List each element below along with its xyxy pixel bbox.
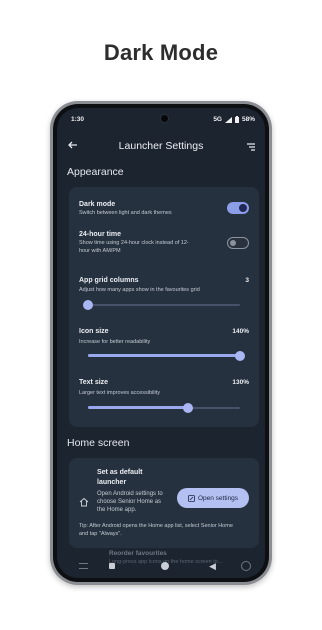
toolbar: Launcher Settings: [57, 132, 265, 160]
appearance-card: Dark mode Switch between light and dark …: [69, 187, 259, 427]
status-time: 1:30: [71, 116, 85, 123]
default-launcher-title-line2: launcher: [97, 479, 127, 486]
slider-thumb[interactable]: [183, 403, 194, 413]
phone-screen: 1:30 5G 58% Launcher Settings Appearance…: [57, 108, 265, 578]
signal-network-label: 5G: [213, 116, 222, 123]
default-launcher-desc-line2: choose Senior Home as: [97, 499, 162, 505]
toolbar-title: Launcher Settings: [118, 140, 204, 152]
toggle-knob: [239, 204, 247, 212]
status-bar: 1:30 5G 58%: [57, 108, 265, 128]
hour24-title: 24-hour time: [79, 231, 122, 238]
reorder-favourites-title: Reorder favourites: [109, 550, 167, 557]
open-settings-button[interactable]: Open settings: [177, 488, 249, 508]
slider-track: [88, 304, 240, 306]
default-launcher-tip-line2: and tap "Always".: [79, 531, 122, 537]
home-button[interactable]: [161, 562, 169, 570]
section-title-appearance: Appearance: [67, 166, 124, 178]
drag-handle-icon: [79, 563, 88, 569]
default-launcher-card: Set as default launcher Open Android set…: [69, 458, 259, 548]
open-settings-label: Open settings: [197, 494, 239, 502]
default-launcher-desc-line3: the Home app.: [97, 507, 137, 513]
grid-columns-slider[interactable]: [83, 300, 240, 310]
front-camera: [160, 114, 169, 123]
phone-bezel: 1:30 5G 58% Launcher Settings Appearance…: [53, 104, 269, 582]
grid-columns-title: App grid columns: [79, 277, 139, 284]
status-icons: 5G 58%: [213, 116, 255, 123]
slider-fill: [88, 354, 240, 357]
default-launcher-desc-line1: Open Android settings to: [97, 491, 163, 497]
back-button[interactable]: ◀: [209, 561, 216, 572]
icon-size-value: 140%: [232, 328, 249, 335]
grid-columns-subtitle: Adjust how many apps show in the favouri…: [79, 287, 200, 293]
text-size-value: 130%: [232, 379, 249, 386]
icon-size-subtitle: Increase for better readability: [79, 339, 151, 345]
navigation-bar: Reorder favourites Long-press app icons …: [57, 550, 265, 578]
icon-size-title: Icon size: [79, 328, 109, 335]
hour24-subtitle-line1: Show time using 24-hour clock instead of…: [79, 240, 189, 246]
dark-mode-title: Dark mode: [79, 201, 116, 208]
text-size-slider[interactable]: [88, 403, 240, 413]
battery-icon: [234, 116, 239, 123]
text-size-title: Text size: [79, 379, 109, 386]
toggle-knob: [230, 240, 236, 246]
slider-fill: [88, 406, 189, 409]
open-settings-icon: [188, 494, 195, 502]
menu-icon[interactable]: [245, 140, 257, 152]
hour24-subtitle-line2: hour with AM/PM: [79, 248, 121, 254]
dark-mode-toggle[interactable]: [227, 202, 249, 214]
home-icon: [79, 494, 89, 507]
section-title-home-screen: Home screen: [67, 437, 130, 449]
icon-size-slider[interactable]: [88, 351, 245, 361]
grid-columns-value: 3: [245, 277, 249, 284]
default-launcher-title-line1: Set as default: [97, 469, 143, 476]
text-size-subtitle: Larger text improves accessibility: [79, 390, 161, 396]
promo-title: Dark Mode: [103, 40, 219, 65]
slider-thumb[interactable]: [83, 300, 93, 310]
hour24-toggle[interactable]: [227, 237, 249, 249]
settings-circle-icon: [241, 561, 251, 571]
dark-mode-subtitle: Switch between light and dark themes: [79, 210, 172, 216]
recents-button[interactable]: [109, 563, 115, 569]
signal-icon: [224, 116, 232, 123]
slider-thumb[interactable]: [235, 351, 245, 361]
battery-percent: 58%: [241, 116, 255, 123]
default-launcher-tip-line1: Tip: After Android opens the Home app li…: [79, 523, 233, 529]
phone-frame: 1:30 5G 58% Launcher Settings Appearance…: [50, 101, 272, 585]
